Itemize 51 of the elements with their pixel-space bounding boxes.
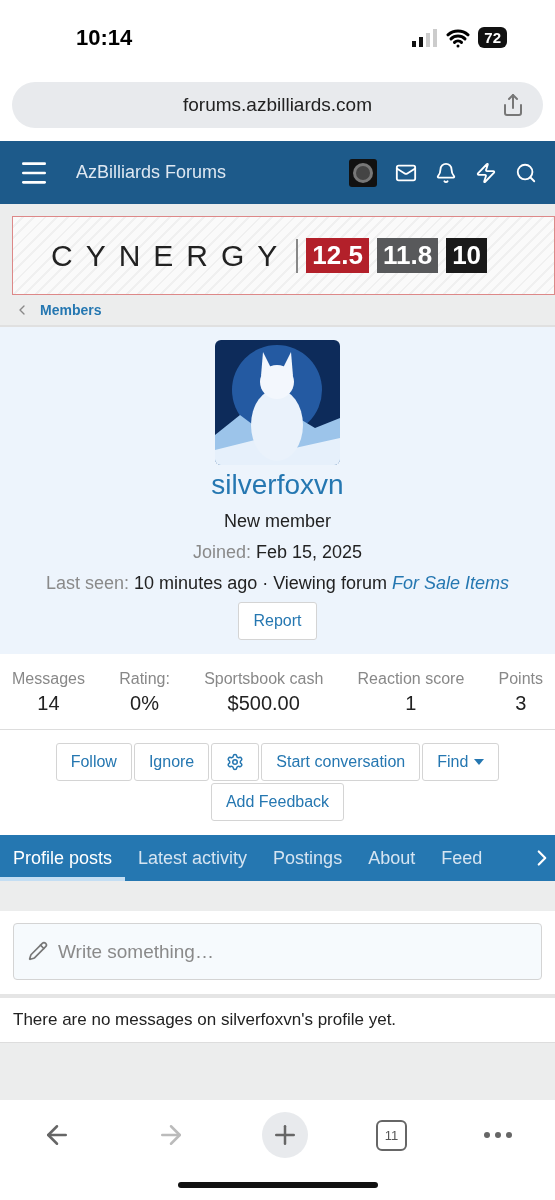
post-field[interactable]: Write something… <box>13 923 542 980</box>
stat-value: $500.00 <box>227 692 300 715</box>
stat-label: Rating: <box>119 670 170 688</box>
stat-value: 14 <box>37 692 60 715</box>
stat-label: Points <box>498 670 543 688</box>
address-bar[interactable]: forums.azbilliards.com <box>12 82 543 128</box>
settings-button[interactable] <box>211 743 260 781</box>
action-button[interactable]: Follow <box>55 743 132 781</box>
lightning-icon[interactable] <box>475 161 497 184</box>
stat-value: 0% <box>130 692 159 715</box>
battery-icon: 72 <box>478 27 507 48</box>
signal-icon <box>412 28 439 47</box>
ad-badge: 11.8 <box>376 238 439 273</box>
tabs-button[interactable]: 11 <box>376 1120 407 1151</box>
ad-badge: 10 <box>446 238 488 273</box>
action-button[interactable]: Ignore <box>133 743 210 781</box>
search-icon[interactable] <box>515 161 537 184</box>
profile-tab[interactable]: Postings <box>260 835 356 881</box>
pencil-icon <box>28 941 48 961</box>
joined-date: Feb 15, 2025 <box>256 542 363 562</box>
profile-tab[interactable]: About <box>355 835 429 881</box>
ad-banner[interactable]: CYNERGY 12.5 11.8 10 <box>12 216 555 295</box>
stat-label: Sportsbook cash <box>204 670 324 688</box>
action-button[interactable]: Add Feedback <box>210 783 345 821</box>
action-button[interactable]: Start conversation <box>261 743 421 781</box>
user-title: New member <box>224 511 331 532</box>
profile-tab[interactable]: Latest activity <box>125 835 261 881</box>
brand-text: CYNERGY <box>51 238 299 273</box>
bell-icon[interactable] <box>435 161 457 184</box>
stat-value: 3 <box>515 692 527 715</box>
joined-label: Joined: <box>192 542 251 562</box>
caret-icon <box>474 759 485 765</box>
profile-tab[interactable]: Feed <box>428 835 496 881</box>
more-icon <box>484 1132 512 1138</box>
last-seen-text: 10 minutes ago · Viewing forum <box>134 573 387 593</box>
new-tab-button[interactable] <box>262 1112 308 1158</box>
stat-label: Reaction score <box>357 670 465 688</box>
clock: 10:14 <box>76 24 133 51</box>
ad-badge: 12.5 <box>306 238 369 273</box>
share-icon[interactable] <box>501 93 525 117</box>
last-seen-label: Last seen: <box>46 573 130 593</box>
stat-value: 1 <box>405 692 417 715</box>
report-button[interactable]: Report <box>238 602 317 640</box>
user-avatar[interactable] <box>349 158 377 187</box>
site-title[interactable]: AzBilliards Forums <box>76 162 331 183</box>
stat-label: Messages <box>12 670 85 688</box>
breadcrumb-link[interactable]: Members <box>40 302 102 318</box>
username[interactable]: silverfoxvn <box>211 469 344 501</box>
find-button[interactable]: Find <box>422 743 500 781</box>
forum-link[interactable]: For Sale Items <box>391 573 509 593</box>
gear-icon <box>226 753 245 771</box>
